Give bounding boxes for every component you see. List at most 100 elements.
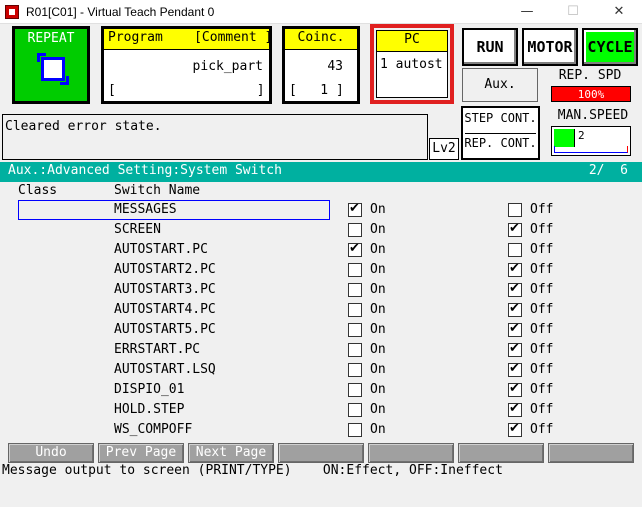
maximize-button[interactable]: ☐ xyxy=(550,0,596,24)
switch-name: AUTOSTART3.PC xyxy=(114,282,216,297)
on-checkbox[interactable] xyxy=(348,283,362,297)
on-checkbox[interactable] xyxy=(348,223,362,237)
off-checkbox[interactable] xyxy=(508,221,522,237)
on-checkbox[interactable] xyxy=(348,303,362,317)
off-checkbox[interactable] xyxy=(508,341,522,357)
off-checkbox[interactable] xyxy=(508,203,522,217)
off-checkbox[interactable] xyxy=(508,421,522,437)
step-cont-label: STEP CONT. xyxy=(464,111,537,125)
off-label: Off xyxy=(530,362,554,377)
program-panel[interactable]: Program [Comment ] pick_part [ ] xyxy=(101,26,272,104)
table-row[interactable]: AUTOSTART4.PC On Off xyxy=(0,300,642,320)
next-page-button[interactable]: Next Page xyxy=(188,443,274,463)
manual-speed-fill xyxy=(554,129,575,147)
window-title: R01[C01] - Virtual Teach Pendant 0 xyxy=(26,5,215,19)
off-label: Off xyxy=(530,422,554,437)
table-row[interactable]: WS_COMPOFF On Off xyxy=(0,420,642,440)
col-switch-name: Switch Name xyxy=(114,183,201,198)
switch-name: AUTOSTART5.PC xyxy=(114,322,216,337)
repeat-mode-button[interactable]: REPEAT xyxy=(12,26,90,104)
switch-name: ERRSTART.PC xyxy=(114,342,201,357)
table-row[interactable]: AUTOSTART3.PC On Off xyxy=(0,280,642,300)
title-bar: R01[C01] - Virtual Teach Pendant 0 — ☐ ✕ xyxy=(0,0,642,24)
coinc-value: 43 xyxy=(327,59,343,74)
function-button-5[interactable] xyxy=(368,443,454,463)
page-indicator: 2/ 6 xyxy=(588,163,628,178)
off-checkbox[interactable] xyxy=(508,401,522,417)
prev-page-button[interactable]: Prev Page xyxy=(98,443,184,463)
manual-speed-gauge[interactable]: 2 xyxy=(551,126,631,156)
on-label: On xyxy=(370,322,386,337)
function-button-6[interactable] xyxy=(458,443,544,463)
list-title: Aux.:Advanced Setting:System Switch xyxy=(8,163,282,178)
on-checkbox[interactable] xyxy=(348,201,362,217)
off-checkbox[interactable] xyxy=(508,361,522,377)
coinc-panel[interactable]: Coinc. 43 [ 1 ] xyxy=(282,26,360,104)
switch-name: WS_COMPOFF xyxy=(114,422,193,437)
run-button[interactable]: RUN xyxy=(462,28,518,66)
cycle-button[interactable]: CYCLE xyxy=(582,28,638,66)
on-checkbox[interactable] xyxy=(348,423,362,437)
table-row[interactable]: DISPIO_01 On Off xyxy=(0,380,642,400)
on-checkbox[interactable] xyxy=(348,363,362,377)
close-button[interactable]: ✕ xyxy=(596,0,642,24)
on-label: On xyxy=(370,242,386,257)
off-checkbox[interactable] xyxy=(508,381,522,397)
table-row[interactable]: ERRSTART.PC On Off xyxy=(0,340,642,360)
on-checkbox[interactable] xyxy=(348,263,362,277)
pc-header-label: PC xyxy=(404,32,420,47)
on-checkbox[interactable] xyxy=(348,343,362,357)
aux-label-box[interactable]: Aux. xyxy=(462,68,538,102)
list-title-bar: Aux.:Advanced Setting:System Switch 2/ 6 xyxy=(0,162,642,182)
motor-button[interactable]: MOTOR xyxy=(522,28,578,66)
program-comment: [ ] xyxy=(108,83,265,98)
off-label: Off xyxy=(530,262,554,277)
program-header-label: Program [Comment ] xyxy=(108,30,273,45)
off-label: Off xyxy=(530,202,554,217)
off-label: Off xyxy=(530,342,554,357)
off-checkbox[interactable] xyxy=(508,243,522,257)
function-button-4[interactable] xyxy=(278,443,364,463)
table-row[interactable]: AUTOSTART.PC On Off xyxy=(0,240,642,260)
manual-speed-value: 2 xyxy=(578,129,585,142)
off-label: Off xyxy=(530,302,554,317)
on-checkbox[interactable] xyxy=(348,241,362,257)
function-button-7[interactable] xyxy=(548,443,634,463)
off-label: Off xyxy=(530,222,554,237)
off-label: Off xyxy=(530,402,554,417)
level-indicator[interactable]: Lv2 xyxy=(429,138,459,160)
table-row[interactable]: SCREEN On Off xyxy=(0,220,642,240)
undo-button[interactable]: Undo xyxy=(8,443,94,463)
off-checkbox[interactable] xyxy=(508,281,522,297)
table-row[interactable]: MESSAGES On Off xyxy=(0,200,642,220)
switch-name: DISPIO_01 xyxy=(114,382,185,397)
table-row[interactable]: AUTOSTART5.PC On Off xyxy=(0,320,642,340)
on-label: On xyxy=(370,402,386,417)
help-message: Message output to screen (PRINT/TYPE) ON… xyxy=(2,463,503,478)
switch-name: AUTOSTART2.PC xyxy=(114,262,216,277)
off-checkbox[interactable] xyxy=(508,301,522,317)
table-row[interactable]: HOLD.STEP On Off xyxy=(0,400,642,420)
message-area: Cleared error state. xyxy=(2,114,428,160)
table-row[interactable]: AUTOSTART.LSQ On Off xyxy=(0,360,642,380)
coinc-step: [ 1 ] xyxy=(289,83,344,98)
app-icon xyxy=(5,5,19,19)
off-checkbox[interactable] xyxy=(508,261,522,277)
rep-cont-label: REP. CONT. xyxy=(464,136,537,150)
pc-header: PC xyxy=(377,31,447,52)
off-checkbox[interactable] xyxy=(508,321,522,337)
coinc-header: Coinc. xyxy=(285,29,357,50)
on-checkbox[interactable] xyxy=(348,323,362,337)
on-checkbox[interactable] xyxy=(348,403,362,417)
col-class: Class xyxy=(18,183,58,198)
repeat-label: REPEAT xyxy=(27,31,75,46)
on-label: On xyxy=(370,342,386,357)
minimize-button[interactable]: — xyxy=(504,0,550,24)
on-label: On xyxy=(370,202,386,217)
on-checkbox[interactable] xyxy=(348,383,362,397)
table-row[interactable]: AUTOSTART2.PC On Off xyxy=(0,260,642,280)
manual-speed-scale xyxy=(554,146,628,153)
rep-speed-bar[interactable]: 100% xyxy=(551,86,631,102)
pc-panel[interactable]: PC 1 autost xyxy=(370,24,454,104)
continuity-panel[interactable]: STEP CONT. REP. CONT. xyxy=(461,106,540,160)
